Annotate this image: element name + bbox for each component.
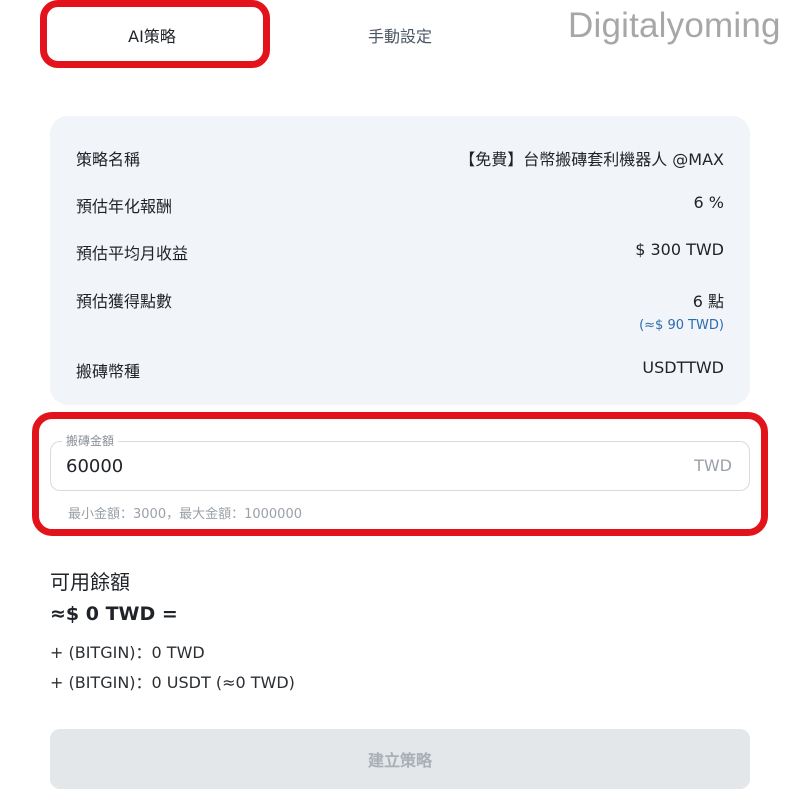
create-strategy-button[interactable]: 建立策略: [50, 729, 750, 789]
coin-label: 搬磚幣種: [76, 362, 141, 381]
amount-limit-hint: 最小金額：3000，最大金額：1000000: [68, 507, 302, 522]
amount-input[interactable]: [66, 452, 626, 480]
available-balance-title: 可用餘額: [50, 570, 130, 594]
tab-manual-settings-label: 手動設定: [367, 27, 432, 46]
strategy-name-value: 【免費】台幣搬磚套利機器人 @MAX: [459, 150, 724, 169]
tab-ai-strategy-label: AI策略: [128, 27, 176, 46]
strategy-info-card: 策略名稱 【免費】台幣搬磚套利機器人 @MAX 預估年化報酬 6 % 預估平均月…: [50, 116, 750, 405]
tab-manual-settings[interactable]: 手動設定: [300, 12, 500, 58]
monthly-income-row: 預估平均月收益 $ 300 TWD: [76, 240, 724, 264]
points-value-group: 6 點 (≈$ 90 TWD): [639, 288, 724, 333]
points-value: 6 點: [692, 292, 724, 311]
annual-return-value: 6 %: [693, 193, 724, 212]
tab-ai-strategy[interactable]: AI策略: [48, 12, 256, 58]
balance-line-usdt: + (BITGIN)：0 USDT (≈0 TWD): [50, 673, 295, 692]
amount-unit: TWD: [694, 456, 732, 475]
amount-field-label: 搬磚金額: [62, 432, 119, 449]
monthly-income-label: 預估平均月收益: [76, 244, 189, 263]
coin-row: 搬磚幣種 USDTTWD: [76, 358, 724, 382]
points-twd-equivalent: (≈$ 90 TWD): [639, 318, 724, 333]
strategy-name-row: 策略名稱 【免費】台幣搬磚套利機器人 @MAX: [76, 146, 724, 170]
monthly-income-value: $ 300 TWD: [635, 240, 724, 259]
strategy-name-label: 策略名稱: [76, 150, 141, 169]
coin-value: USDTTWD: [642, 358, 724, 377]
points-row: 預估獲得點數 6 點 (≈$ 90 TWD): [76, 288, 724, 333]
balance-line-twd: + (BITGIN)：0 TWD: [50, 643, 205, 662]
watermark-text: Digitalyoming: [568, 6, 781, 45]
points-label: 預估獲得點數: [76, 292, 173, 311]
annual-return-label: 預估年化報酬: [76, 197, 173, 216]
available-balance-total: ≈$ 0 TWD =: [50, 603, 178, 625]
annual-return-row: 預估年化報酬 6 %: [76, 193, 724, 217]
create-strategy-button-label: 建立策略: [367, 751, 432, 770]
